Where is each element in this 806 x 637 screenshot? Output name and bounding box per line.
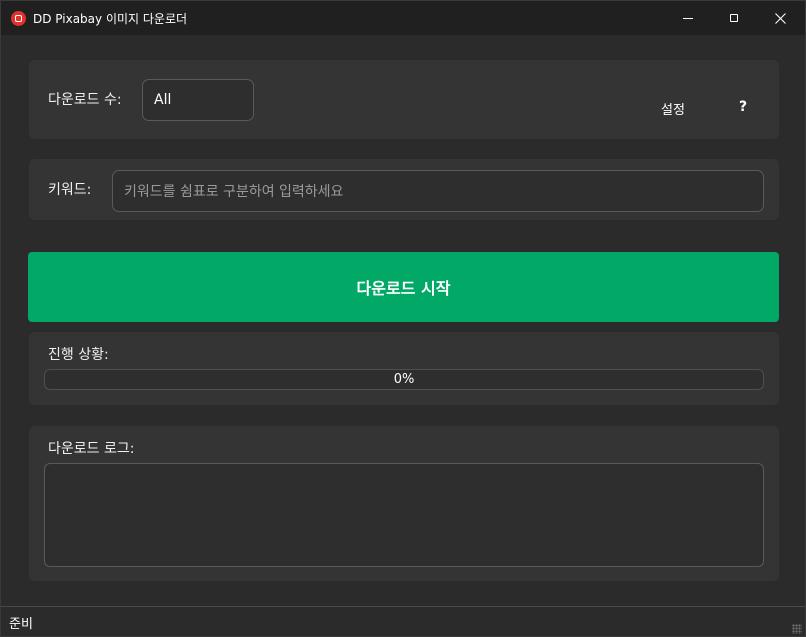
- progress-label: 진행 상황:: [48, 347, 109, 363]
- title-bar[interactable]: DD Pixabay 이미지 다운로더: [1, 1, 805, 35]
- maximize-icon: [730, 14, 738, 22]
- close-icon: [774, 12, 786, 24]
- download-log-textarea[interactable]: [44, 463, 764, 567]
- minimize-button[interactable]: [665, 1, 711, 35]
- keyword-panel: 키워드: 키워드를 쉼표로 구분하여 입력하세요: [29, 159, 779, 220]
- start-download-button[interactable]: 다운로드 시작: [28, 252, 779, 322]
- keyword-label: 키워드:: [48, 182, 92, 198]
- help-button[interactable]: ?: [739, 99, 747, 115]
- settings-panel: 다운로드 수: All 설정 ?: [29, 60, 779, 139]
- maximize-button[interactable]: [711, 1, 757, 35]
- log-label: 다운로드 로그:: [48, 441, 135, 457]
- download-count-label: 다운로드 수:: [48, 92, 122, 108]
- progress-value: 0%: [393, 372, 415, 387]
- download-count-select[interactable]: All: [142, 79, 254, 121]
- minimize-icon: [683, 17, 693, 19]
- resize-grip-icon[interactable]: [792, 624, 802, 634]
- window-title: DD Pixabay 이미지 다운로더: [33, 12, 188, 26]
- status-text: 준비: [9, 617, 33, 632]
- close-button[interactable]: [757, 1, 803, 35]
- keyword-input[interactable]: 키워드를 쉼표로 구분하여 입력하세요: [112, 170, 764, 212]
- progress-bar: 0%: [44, 369, 764, 390]
- settings-button[interactable]: 설정: [661, 99, 685, 118]
- status-bar: 준비: [1, 606, 805, 636]
- app-window: DD Pixabay 이미지 다운로더 다운로드 수: All 설정 ? 키워드…: [0, 0, 806, 637]
- app-logo-icon: [11, 11, 26, 26]
